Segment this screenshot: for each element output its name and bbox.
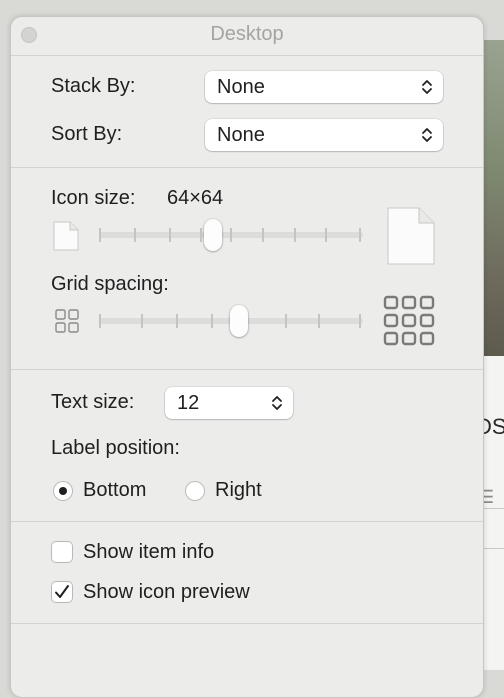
show-icon-preview-label[interactable]: Show icon preview <box>83 581 250 604</box>
divider <box>11 521 483 522</box>
text-size-value: 12 <box>177 392 200 414</box>
slider-tick <box>211 314 213 328</box>
chevron-updown-icon <box>422 128 432 142</box>
grid-spacing-slider-thumb[interactable] <box>230 305 248 337</box>
slider-tick <box>141 314 143 328</box>
large-document-icon <box>387 207 435 265</box>
sort-by-popup[interactable]: None <box>205 119 443 151</box>
stack-by-popup[interactable]: None <box>205 71 443 103</box>
slider-tick <box>99 228 101 242</box>
icon-size-slider-thumb[interactable] <box>204 219 222 251</box>
radio-right[interactable] <box>185 481 205 501</box>
radio-selected-dot <box>59 487 67 495</box>
small-document-icon <box>53 221 79 251</box>
radio-bottom-label[interactable]: Bottom <box>83 479 146 502</box>
stack-by-value: None <box>217 76 265 98</box>
large-grid-icon <box>383 295 435 346</box>
text-size-label: Text size: <box>51 391 135 413</box>
slider-tick <box>359 228 361 242</box>
slider-tick <box>285 314 287 328</box>
small-grid-icon <box>55 309 79 333</box>
slider-tick <box>318 314 320 328</box>
slider-tick <box>294 228 296 242</box>
sort-by-value: None <box>217 124 265 146</box>
slider-tick <box>230 228 232 242</box>
slider-tick <box>169 228 171 242</box>
show-item-info-label[interactable]: Show item info <box>83 541 214 564</box>
grid-spacing-slider[interactable] <box>99 305 363 347</box>
chevron-updown-icon <box>272 396 282 410</box>
divider <box>11 369 483 370</box>
divider <box>11 623 483 624</box>
slider-tick <box>176 314 178 328</box>
slider-tick <box>262 228 264 242</box>
text-size-popup[interactable]: 12 <box>165 387 293 419</box>
show-icon-preview-checkbox[interactable] <box>51 581 73 603</box>
divider <box>11 167 483 168</box>
icon-size-slider[interactable] <box>99 219 363 259</box>
slider-tick <box>359 314 361 328</box>
stack-by-label: Stack By: <box>51 75 136 97</box>
chevron-updown-icon <box>422 80 432 94</box>
window-title: Desktop <box>210 23 284 45</box>
slider-tick <box>134 228 136 242</box>
show-item-info-checkbox[interactable] <box>51 541 73 563</box>
icon-size-label: Icon size: <box>51 187 136 209</box>
radio-right-label[interactable]: Right <box>215 479 262 502</box>
checkmark-icon <box>55 585 69 598</box>
slider-tick <box>99 314 101 328</box>
view-options-panel: Desktop Stack By: None Sort By: None Ico… <box>10 16 484 698</box>
radio-bottom[interactable] <box>53 481 73 501</box>
divider <box>11 55 483 56</box>
label-position-label: Label position: <box>51 437 180 459</box>
slider-tick <box>200 228 202 242</box>
slider-tick <box>325 228 327 242</box>
grid-spacing-label: Grid spacing: <box>51 273 169 295</box>
icon-size-value: 64×64 <box>167 187 224 209</box>
sort-by-label: Sort By: <box>51 123 123 145</box>
title-bar: Desktop <box>11 17 483 55</box>
